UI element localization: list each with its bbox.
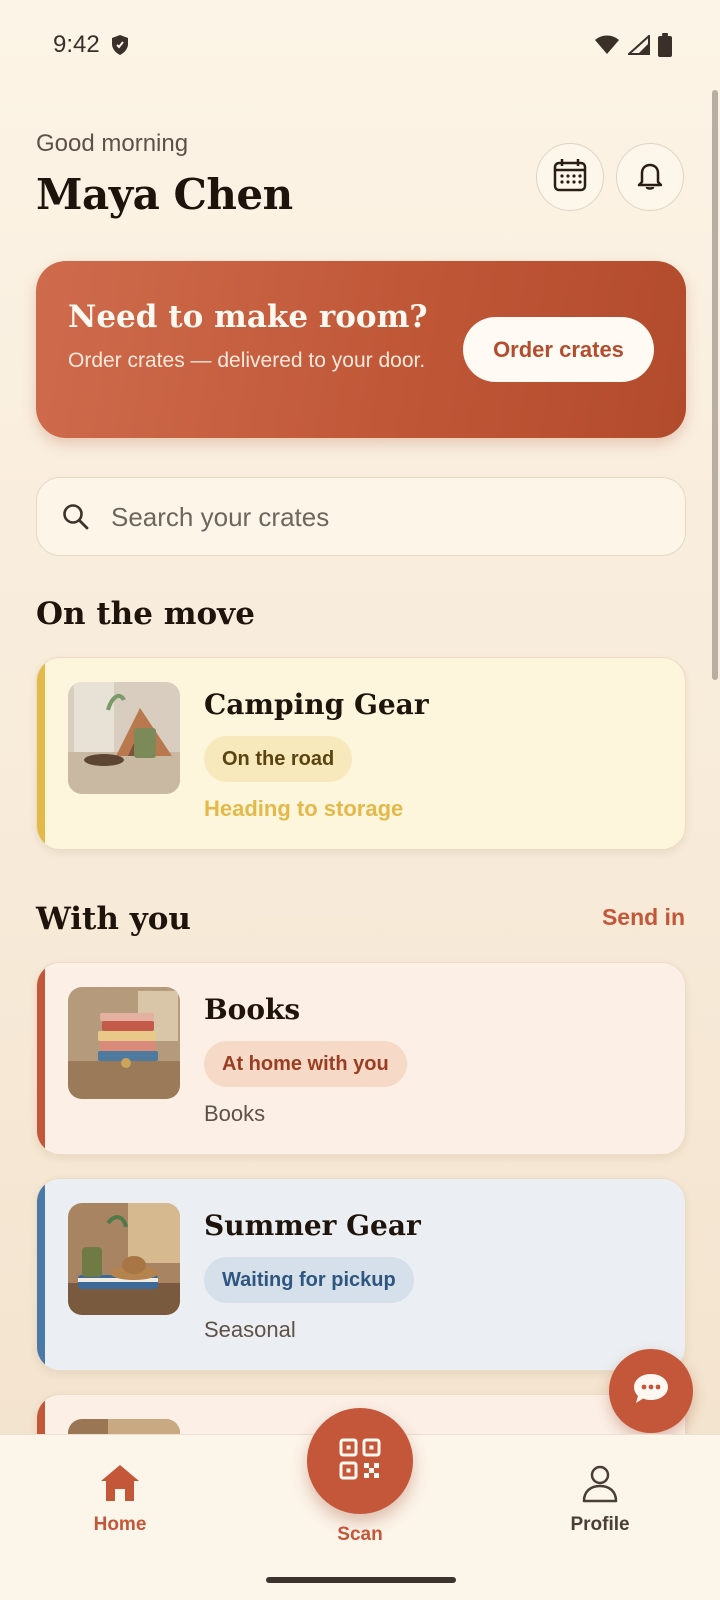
crate-title: Books — [204, 993, 301, 1026]
crate-title: Camping Gear — [204, 688, 429, 721]
promo-title: Need to make room? — [68, 299, 428, 335]
nav-scan-label: Scan — [337, 1524, 383, 1545]
status-badge: At home with you — [204, 1041, 407, 1087]
promo-subtitle: Order crates — delivered to your door. — [68, 349, 426, 372]
chat-icon — [632, 1372, 670, 1411]
nav-home-label: Home — [93, 1514, 147, 1535]
qr-code-icon — [338, 1437, 382, 1486]
status-badge: Waiting for pickup — [204, 1257, 414, 1303]
search-icon — [61, 502, 91, 537]
crate-subtitle: Seasonal — [204, 1317, 296, 1342]
notifications-button[interactable] — [616, 143, 684, 211]
nav-home[interactable]: Home — [60, 1463, 180, 1536]
status-bar: 9:42 — [0, 0, 720, 90]
nav-profile[interactable]: Profile — [540, 1463, 660, 1536]
crate-subtitle: Books — [204, 1101, 266, 1126]
home-indicator — [266, 1577, 456, 1583]
card-accent — [37, 1179, 45, 1370]
send-in-link[interactable]: Send in — [602, 904, 685, 931]
wifi-icon — [594, 35, 620, 60]
search-bar[interactable] — [36, 477, 686, 556]
bell-icon — [633, 158, 667, 197]
crate-card-books[interactable]: Books At home with you Books — [36, 962, 686, 1155]
battery-icon — [658, 33, 672, 62]
crate-photo — [68, 987, 180, 1099]
user-name: Maya Chen — [36, 170, 293, 219]
crate-photo — [68, 682, 180, 794]
chat-button[interactable] — [609, 1349, 693, 1433]
crate-photo — [68, 1203, 180, 1315]
calendar-icon — [552, 157, 588, 198]
crate-card-summer-gear[interactable]: Summer Gear Waiting for pickup Seasonal — [36, 1178, 686, 1371]
card-accent — [37, 658, 45, 849]
scan-button[interactable] — [307, 1408, 413, 1514]
promo-banner: Need to make room? Order crates — delive… — [36, 261, 686, 438]
crate-title: Summer Gear — [204, 1209, 421, 1242]
person-icon — [580, 1465, 620, 1507]
crate-subtitle: Heading to storage — [204, 796, 404, 821]
crate-card-camping-gear[interactable]: Camping Gear On the road Heading to stor… — [36, 657, 686, 850]
nav-profile-label: Profile — [570, 1514, 630, 1535]
signal-icon — [626, 33, 650, 60]
scrollbar[interactable] — [712, 90, 718, 680]
search-input[interactable] — [111, 498, 631, 536]
card-accent — [37, 963, 45, 1154]
status-badge: On the road — [204, 736, 353, 782]
section-title-with-you: With you — [36, 901, 191, 937]
home-icon — [99, 1465, 141, 1507]
shield-icon — [110, 34, 130, 61]
section-title-on-the-move: On the move — [36, 596, 255, 632]
order-crates-button[interactable]: Order crates — [463, 317, 654, 382]
calendar-button[interactable] — [536, 143, 604, 211]
status-time: 9:42 — [53, 31, 100, 58]
greeting: Good morning — [36, 130, 189, 157]
